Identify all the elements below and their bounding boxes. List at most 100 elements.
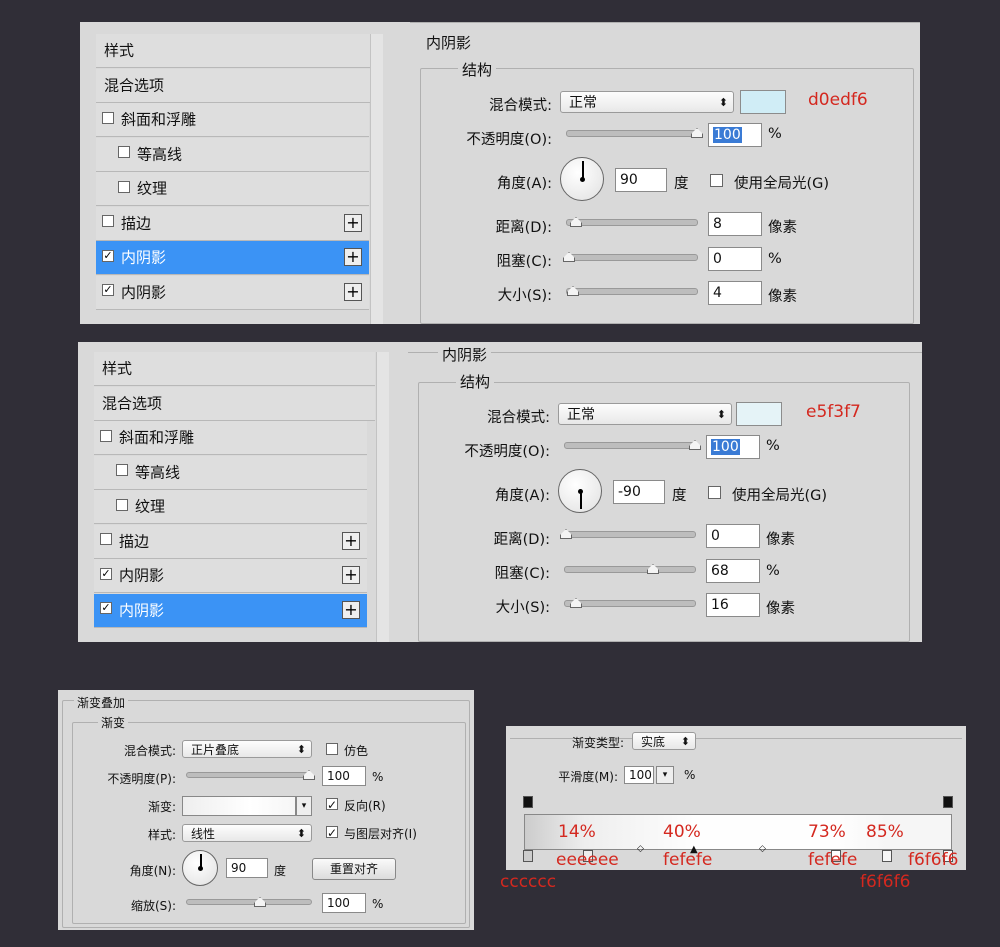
size-label: 大小(S): — [497, 288, 552, 304]
choke-input[interactable]: 0 — [708, 247, 762, 271]
style-select[interactable]: 线性 ⬍ — [182, 824, 312, 842]
end-color-annotation: f6f6f6 — [908, 850, 959, 870]
smoothness-dropdown[interactable]: ▾ — [656, 766, 674, 784]
dither-label: 仿色 — [344, 744, 369, 758]
choke-slider[interactable] — [566, 254, 698, 261]
angle-input[interactable]: 90 — [615, 168, 667, 192]
checkbox-icon[interactable] — [100, 429, 112, 442]
add-effect-icon[interactable]: + — [344, 282, 362, 301]
reverse-checkbox[interactable]: ✓ — [326, 798, 338, 811]
sidebar-item-label: 混合选项 — [104, 76, 165, 94]
angle-value: 90 — [231, 861, 247, 875]
smoothness-input[interactable]: 100 — [624, 766, 654, 784]
sidebar-item-label: 内阴影 — [121, 283, 167, 301]
dither-checkbox[interactable] — [326, 743, 338, 755]
add-effect-icon[interactable]: + — [342, 600, 360, 619]
sidebar-item[interactable]: ✓ 内阴影 + — [94, 593, 367, 628]
sidebar-item-label: 等高线 — [135, 463, 181, 481]
sidebar-item[interactable]: 混合选项 — [96, 68, 377, 103]
color-stop-icon[interactable] — [523, 850, 533, 862]
global-light-checkbox[interactable] — [710, 174, 723, 187]
size-slider[interactable] — [566, 288, 698, 295]
gradient-preview[interactable] — [182, 796, 296, 816]
smoothness-unit: % — [684, 768, 696, 782]
gradient-type-select[interactable]: 实底 ⬍ — [632, 732, 696, 750]
choke-label: 阻塞(C): — [494, 566, 550, 582]
choke-input[interactable]: 68 — [706, 559, 760, 583]
size-input[interactable]: 4 — [708, 281, 762, 305]
checked-checkbox-icon[interactable]: ✓ — [102, 284, 114, 296]
size-slider[interactable] — [564, 600, 696, 607]
checked-checkbox-icon[interactable]: ✓ — [102, 249, 114, 262]
sidebar-item[interactable]: 描边 + — [94, 524, 367, 559]
opacity-stop-left-icon[interactable] — [523, 796, 533, 808]
sidebar-item[interactable]: 斜面和浮雕 — [96, 103, 369, 137]
gradient-dropdown[interactable]: ▾ — [296, 796, 312, 816]
distance-slider[interactable] — [566, 219, 698, 226]
opacity-input[interactable]: 100 — [322, 766, 366, 786]
distance-input[interactable]: 8 — [708, 212, 762, 236]
stop-position-annotation: 73% — [808, 822, 846, 842]
angle-input[interactable]: -90 — [613, 480, 665, 504]
angle-dial[interactable] — [182, 850, 218, 886]
sidebar-item[interactable]: 样式 — [94, 352, 375, 386]
angle-input[interactable]: 90 — [226, 858, 268, 878]
sidebar-item[interactable]: 斜面和浮雕 — [94, 421, 367, 455]
style-list-scrollbar[interactable] — [370, 34, 383, 324]
checkbox-icon[interactable] — [118, 146, 130, 158]
sidebar-item[interactable]: 混合选项 — [94, 386, 375, 421]
scale-slider[interactable] — [186, 899, 312, 905]
opacity-input[interactable]: 100 — [706, 435, 760, 459]
checkbox-icon[interactable] — [116, 498, 128, 511]
sidebar-item[interactable]: ✓ 内阴影 + — [94, 559, 367, 593]
size-input[interactable]: 16 — [706, 593, 760, 617]
checkbox-icon[interactable] — [118, 180, 130, 193]
scale-input[interactable]: 100 — [322, 893, 366, 913]
sidebar-item[interactable]: 样式 — [96, 34, 377, 68]
shadow-color-swatch[interactable] — [740, 90, 786, 114]
choke-slider[interactable] — [564, 566, 696, 573]
checkbox-icon[interactable] — [102, 215, 114, 227]
opacity-slider[interactable] — [564, 442, 696, 449]
sidebar-item-label: 内阴影 — [119, 566, 165, 585]
sidebar-item[interactable]: ✓ 内阴影 + — [96, 275, 369, 310]
angle-dial[interactable] — [558, 469, 602, 513]
sidebar-item[interactable]: 等高线 — [94, 455, 367, 490]
checkbox-icon[interactable] — [116, 464, 128, 476]
reset-alignment-button[interactable]: 重置对齐 — [312, 858, 396, 880]
style-list-scrollbar[interactable] — [376, 352, 389, 642]
sidebar-item-label: 描边 — [119, 532, 150, 550]
color-stop-icon[interactable] — [882, 850, 892, 862]
sidebar-item[interactable]: ✓ 内阴影 + — [96, 241, 369, 275]
distance-slider[interactable] — [564, 531, 696, 538]
sidebar-item[interactable]: 描边 + — [96, 206, 369, 241]
opacity-input[interactable]: 100 — [708, 123, 762, 147]
blend-mode-select[interactable]: 正常 ⬍ — [558, 403, 732, 425]
opacity-stop-right-icon[interactable] — [943, 796, 953, 808]
opacity-slider[interactable] — [186, 772, 312, 778]
add-effect-icon[interactable]: + — [344, 248, 362, 266]
blend-mode-select[interactable]: 正常 ⬍ — [560, 91, 734, 113]
add-effect-icon[interactable]: + — [342, 566, 360, 584]
opacity-slider[interactable] — [566, 130, 698, 137]
checkbox-icon[interactable] — [102, 111, 114, 124]
gradient-label: 渐变: — [147, 800, 176, 814]
align-layer-checkbox[interactable]: ✓ — [326, 826, 338, 839]
add-effect-icon[interactable]: + — [342, 531, 360, 550]
checked-checkbox-icon[interactable]: ✓ — [100, 567, 112, 580]
distance-input[interactable]: 0 — [706, 524, 760, 548]
add-effect-icon[interactable]: + — [344, 213, 362, 232]
midpoint-diamond-icon[interactable]: ◇ — [637, 844, 644, 854]
sidebar-item[interactable]: 纹理 — [96, 172, 369, 206]
style-value: 线性 — [191, 827, 216, 841]
shadow-color-swatch[interactable] — [736, 402, 782, 426]
angle-dial[interactable] — [560, 157, 604, 201]
distance-unit: 像素 — [766, 532, 795, 548]
sidebar-item[interactable]: 纹理 — [94, 490, 367, 524]
sidebar-item[interactable]: 等高线 — [96, 137, 369, 172]
blend-mode-select[interactable]: 正片叠底 ⬍ — [182, 740, 312, 758]
checkbox-icon[interactable] — [100, 533, 112, 545]
checked-checkbox-icon[interactable]: ✓ — [100, 602, 112, 614]
global-light-checkbox[interactable] — [708, 486, 721, 499]
midpoint-diamond-icon[interactable]: ◇ — [759, 844, 766, 854]
